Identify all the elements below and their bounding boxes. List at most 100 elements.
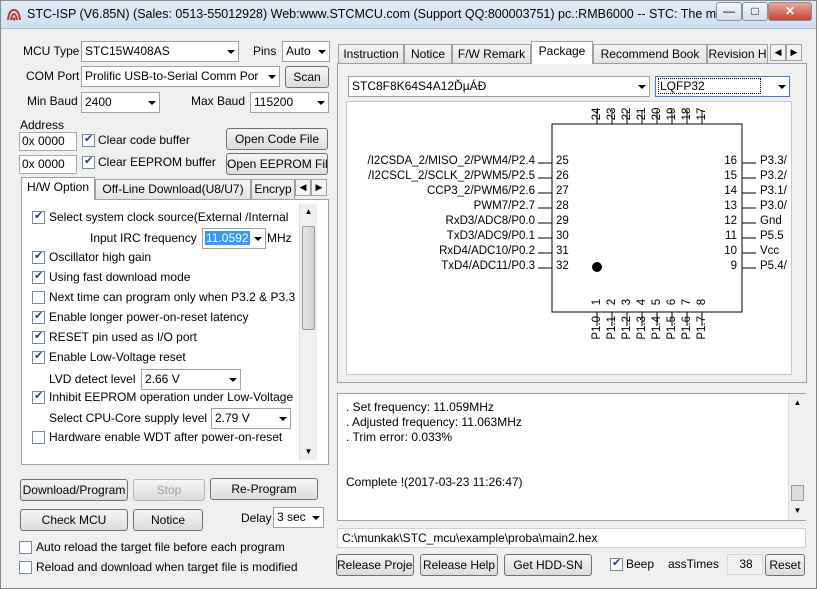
option-checkbox[interactable] — [32, 249, 45, 264]
package-type-select[interactable]: LQFP32 — [655, 76, 790, 97]
option-checkbox[interactable] — [32, 291, 45, 304]
pin-number: 14 — [724, 185, 737, 197]
tab-scroll-right-icon[interactable]: ▶ — [786, 44, 802, 61]
eeprom-address-input[interactable]: 0x 0000 — [19, 155, 77, 174]
pin-label: RxD4/ADC10/P0.2 — [439, 245, 535, 257]
tab-offline-download[interactable]: Off-Line Download(U8/U7) — [95, 179, 251, 200]
tab-encrypt[interactable]: Encryp — [251, 179, 295, 200]
release-help-button[interactable]: Release Help — [420, 554, 498, 576]
pin-label: RxD3/ADC8/P0.0 — [445, 215, 535, 227]
pin-number: 17 — [696, 107, 708, 121]
pins-select[interactable]: Auto — [282, 41, 330, 62]
tab-scroll-left-icon[interactable]: ◀ — [770, 44, 786, 61]
pin-number: 22 — [621, 107, 633, 121]
log-line: . Trim error: 0.033% — [346, 430, 453, 444]
max-baud-select[interactable]: 115200 — [250, 92, 329, 113]
option-checkbox[interactable] — [32, 349, 45, 364]
log-line: . Set frequency: 11.059MHz — [346, 400, 494, 414]
option-checkbox[interactable] — [32, 329, 45, 344]
scroll-down-icon[interactable]: ▼ — [789, 504, 806, 518]
log-scrollbar[interactable]: ▲ ▼ — [788, 394, 806, 520]
delay-select[interactable]: 3 sec — [273, 507, 324, 528]
get-hdd-sn-button[interactable]: Get HDD-SN — [504, 554, 592, 576]
pin-number: 4 — [636, 298, 648, 306]
tab-package[interactable]: Package — [531, 41, 593, 64]
chevron-down-icon — [250, 229, 265, 248]
irc-frequency-select[interactable]: 11.0592 — [202, 228, 266, 249]
delay-label: Delay — [241, 511, 272, 525]
reprogram-button[interactable]: Re-Program — [210, 478, 318, 500]
tab-recommend-book[interactable]: Recommend Book — [593, 44, 707, 65]
chevron-down-icon — [634, 77, 649, 96]
scan-button[interactable]: Scan — [285, 66, 329, 88]
com-port-select[interactable]: Prolific USB-to-Serial Comm Por — [81, 66, 280, 87]
chip-model-select[interactable]: STC8F8K64S4A12ĎµÁĐ — [348, 76, 650, 97]
pin-number: 9 — [730, 260, 737, 272]
release-project-button[interactable]: Release Project — [336, 554, 414, 576]
clear-eeprom-checkbox[interactable] — [82, 154, 95, 169]
option-checkbox[interactable] — [32, 209, 45, 224]
pin-number: 7 — [681, 298, 693, 306]
scroll-thumb[interactable] — [791, 485, 804, 501]
tab-revision-history[interactable]: Revision H — [707, 44, 768, 65]
scroll-down-icon[interactable]: ▼ — [300, 444, 317, 460]
scroll-thumb[interactable] — [302, 226, 315, 330]
tab-instruction[interactable]: Instruction — [338, 44, 404, 65]
pin-label: PWM7/P2.7 — [473, 200, 535, 212]
auto-reload-checkbox[interactable] — [19, 541, 32, 554]
window-title: STC-ISP (V6.85N) (Sales: 0513-55012928) … — [27, 7, 717, 21]
pin-number: 6 — [666, 298, 678, 306]
irc-frequency-value: 11.0592 — [205, 231, 250, 245]
mcu-type-select[interactable]: STC15W408AS — [81, 41, 239, 62]
clear-code-checkbox[interactable] — [82, 132, 95, 147]
minimize-button[interactable]: — — [716, 2, 742, 21]
notice-button[interactable]: Notice — [133, 509, 203, 531]
option-label: Inhibit EEPROM operation under Low-Volta… — [49, 390, 294, 404]
pin-label: TxD3/ADC9/P0.1 — [446, 230, 535, 242]
pass-times-label: assTimes — [668, 557, 719, 571]
option-checkbox[interactable] — [32, 431, 45, 444]
option-label: Hardware enable WDT after power-on-reset — [49, 430, 283, 444]
pin-label: P5.4/ — [760, 260, 787, 272]
open-eeprom-file-button[interactable]: Open EEPROM File — [226, 153, 328, 175]
file-path-field[interactable]: C:\munkak\STC_mcu\example\proba\main2.he… — [337, 528, 806, 548]
pin-label: P3.1/ — [760, 185, 787, 197]
open-code-file-button[interactable]: Open Code File — [226, 128, 328, 150]
option-checkbox[interactable] — [32, 309, 45, 324]
stop-button[interactable]: Stop — [133, 479, 205, 501]
beep-checkbox[interactable] — [610, 556, 623, 571]
min-baud-select[interactable]: 2400 — [81, 92, 160, 113]
pin-number: 18 — [681, 107, 693, 121]
tab-scroll-left-icon[interactable]: ◀ — [295, 179, 311, 196]
scroll-up-icon[interactable]: ▲ — [300, 204, 317, 220]
pin-number: 1 — [591, 298, 603, 306]
com-port-value: Prolific USB-to-Serial Comm Por — [85, 69, 259, 83]
pin-number: 25 — [556, 155, 569, 167]
mcu-type-label: MCU Type — [23, 44, 80, 58]
pass-times-value: 38 — [727, 554, 763, 575]
tab-fw-remark[interactable]: F/W Remark — [452, 44, 531, 65]
option-checkbox[interactable] — [32, 269, 45, 284]
reload-download-checkbox[interactable] — [19, 561, 32, 574]
pin-number: 11 — [725, 230, 737, 242]
pin-label: P1.0 — [591, 316, 603, 340]
download-program-button[interactable]: Download/Program — [20, 479, 128, 501]
options-scrollbar[interactable]: ▲ ▼ — [299, 204, 317, 460]
check-mcu-button[interactable]: Check MCU — [20, 509, 128, 531]
scroll-up-icon[interactable]: ▲ — [789, 396, 806, 410]
close-button[interactable]: ✕ — [768, 2, 812, 21]
tab-scroll-right-icon[interactable]: ▶ — [311, 179, 327, 196]
core-supply-select[interactable]: 2.79 V — [211, 408, 291, 429]
reset-button[interactable]: Reset — [765, 554, 805, 576]
maximize-button[interactable]: □ — [742, 2, 768, 21]
pin-number: 21 — [636, 107, 648, 121]
tab-hw-option[interactable]: H/W Option — [21, 177, 95, 200]
chevron-down-icon — [144, 93, 159, 112]
max-baud-label: Max Baud — [191, 94, 246, 108]
pin-label: P3.2/ — [760, 170, 787, 182]
tab-notice[interactable]: Notice — [404, 44, 452, 65]
lvd-select[interactable]: 2.66 V — [141, 369, 241, 390]
pin-number: 23 — [606, 107, 618, 121]
code-address-input[interactable]: 0x 0000 — [19, 132, 77, 151]
option-checkbox[interactable] — [32, 389, 45, 404]
